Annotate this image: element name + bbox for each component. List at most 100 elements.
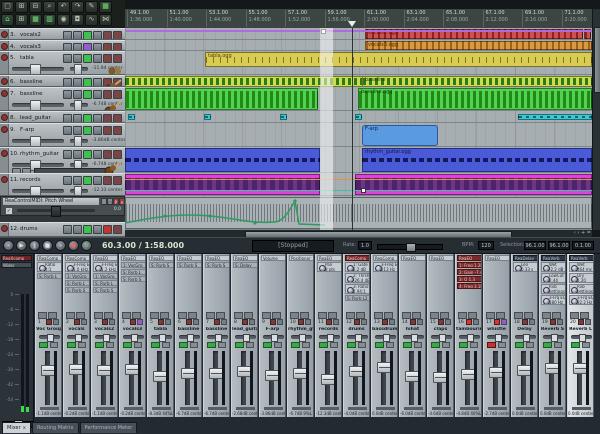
- clip-bassline2-l[interactable]: [125, 88, 318, 110]
- mute-button[interactable]: [103, 54, 112, 63]
- mixer-strip-vocals3[interactable]: ReaEQ1: VocGrpS: Rvrb LS: Rvrb S4vocals3…: [119, 254, 146, 417]
- knob-icon[interactable]: [571, 276, 578, 283]
- fx-slot[interactable]: ReaComp: [373, 255, 398, 261]
- selection-start[interactable]: 96.1.00: [524, 241, 546, 250]
- pan-slider-handle[interactable]: [271, 334, 278, 342]
- solo-button[interactable]: [109, 319, 115, 325]
- strip-name[interactable]: bassline: [176, 327, 201, 332]
- solo-button[interactable]: [93, 225, 102, 234]
- solo-button[interactable]: [93, 114, 102, 123]
- input-button[interactable]: [234, 312, 243, 319]
- input-button[interactable]: [570, 312, 579, 319]
- env-button[interactable]: [526, 342, 534, 348]
- knob-icon[interactable]: [375, 265, 382, 272]
- fx-button[interactable]: [67, 342, 76, 348]
- env-button[interactable]: [302, 342, 310, 348]
- fx-button[interactable]: [431, 342, 440, 348]
- mute-button[interactable]: [46, 319, 52, 325]
- fx-slot[interactable]: S: Rvrb S: [93, 287, 118, 293]
- input-button[interactable]: [318, 312, 327, 319]
- pan-slider-handle[interactable]: [131, 334, 138, 342]
- fx-slot[interactable]: S: Rvrb L: [65, 280, 90, 286]
- output-button[interactable]: [104, 312, 113, 319]
- record-arm-button[interactable]: [113, 150, 122, 159]
- solo-button[interactable]: [93, 150, 102, 159]
- trim-slider[interactable]: [68, 407, 87, 410]
- phase-button[interactable]: [83, 43, 92, 51]
- horizontal-scrollbar[interactable]: ‹ › + =: [125, 230, 592, 237]
- mixer-strip-claps[interactable]: ReaEQ15claps-4.6dB center: [427, 254, 454, 417]
- mute-button[interactable]: [550, 319, 556, 325]
- rate-slider[interactable]: [377, 244, 443, 250]
- crossfade-toggle-icon[interactable]: ⋈: [99, 14, 112, 26]
- clip-farp-midi-2[interactable]: [280, 114, 287, 120]
- fx-slot[interactable]: S: Rvrb S: [205, 262, 230, 268]
- fx-button[interactable]: [73, 126, 82, 135]
- strip-name[interactable]: rhythm_gtr: [288, 327, 313, 332]
- output-button[interactable]: [384, 312, 393, 319]
- fx-slot[interactable]: ReaComp: [345, 255, 370, 261]
- fx-button[interactable]: [95, 342, 104, 348]
- record-arm-button[interactable]: [113, 54, 122, 63]
- pan-slider[interactable]: [263, 335, 284, 339]
- fx-button[interactable]: [319, 342, 328, 348]
- pan-slider[interactable]: [403, 335, 424, 339]
- pan-slider-handle[interactable]: [215, 334, 222, 342]
- pan-slider-handle[interactable]: [74, 136, 82, 147]
- env-button[interactable]: [358, 342, 366, 348]
- fx-slot[interactable]: Pan8 pts: [317, 262, 342, 272]
- fx-button[interactable]: [73, 54, 82, 63]
- rate-value[interactable]: 1.0: [358, 241, 372, 250]
- mixer-strip-vocals[interactable]: ReaComp3-Freq EQ1.0 kHz1: VocGrpS: Rvrb …: [63, 254, 90, 417]
- env-button[interactable]: [218, 342, 226, 348]
- clip-records-l[interactable]: [125, 174, 320, 195]
- input-button[interactable]: [38, 312, 47, 319]
- record-arm-strip[interactable]: [0, 29, 9, 39]
- docker-tab-performance-meter[interactable]: Performance Meter: [80, 422, 138, 433]
- trim-slider[interactable]: [460, 407, 479, 410]
- fx-slot[interactable]: ReaDelay: [513, 255, 538, 261]
- fx-slot[interactable]: 1: Freq 1.2k: [457, 262, 482, 268]
- monitor-button[interactable]: [83, 78, 92, 87]
- record-arm-button[interactable]: [113, 225, 122, 234]
- env-button[interactable]: [63, 176, 72, 185]
- repeat-button[interactable]: ↻: [81, 240, 92, 251]
- input-button[interactable]: [486, 312, 495, 319]
- mixer-strip-lead_guita[interactable]: ReaEQS: Delay8lead_guita-2.68dB center: [231, 254, 258, 417]
- stop-button[interactable]: ■: [42, 240, 53, 251]
- knob-icon[interactable]: [95, 265, 102, 272]
- pan-slider[interactable]: [319, 335, 340, 339]
- pan-slider[interactable]: [487, 335, 508, 339]
- pan-slider[interactable]: [291, 335, 312, 339]
- input-button[interactable]: [206, 312, 215, 319]
- fx-slot[interactable]: S: Delay: [233, 262, 258, 268]
- track-name[interactable]: drums: [20, 226, 37, 232]
- mute-button[interactable]: [466, 319, 472, 325]
- env-button[interactable]: [63, 126, 72, 135]
- record-arm-dot[interactable]: [1, 78, 8, 85]
- record-arm-button[interactable]: [113, 114, 122, 123]
- fx-button[interactable]: [73, 114, 82, 123]
- fx-button[interactable]: [73, 78, 82, 87]
- strip-name[interactable]: Voc Group: [36, 327, 61, 332]
- pan-slider-handle[interactable]: [299, 334, 306, 342]
- mute-button[interactable]: [522, 319, 528, 325]
- open-project-icon[interactable]: ⊞: [15, 1, 28, 13]
- pan-slider-handle[interactable]: [103, 334, 110, 342]
- solo-button[interactable]: [221, 319, 227, 325]
- fx-slot[interactable]: Len0.33 s: [513, 262, 538, 272]
- pan-slider-handle[interactable]: [523, 334, 530, 342]
- mute-button[interactable]: [578, 319, 584, 325]
- record-arm-dot[interactable]: [1, 54, 8, 61]
- mute-button[interactable]: [103, 225, 112, 234]
- strip-name[interactable]: Reverb S: [540, 327, 565, 332]
- output-button[interactable]: [244, 312, 253, 319]
- monitor-button[interactable]: [83, 90, 92, 99]
- input-button[interactable]: [94, 312, 103, 319]
- play-button[interactable]: ▶: [16, 240, 27, 251]
- fx-button[interactable]: [39, 342, 48, 348]
- clip-farp-midi-3[interactable]: [355, 114, 362, 120]
- mixer-strip-hihat[interactable]: ReaEQ14hihat-6.0dB center: [399, 254, 426, 417]
- fx-window-title[interactable]: ReaControlMIDI: Pitch Wheel: [3, 198, 99, 205]
- solo-button[interactable]: [93, 54, 102, 63]
